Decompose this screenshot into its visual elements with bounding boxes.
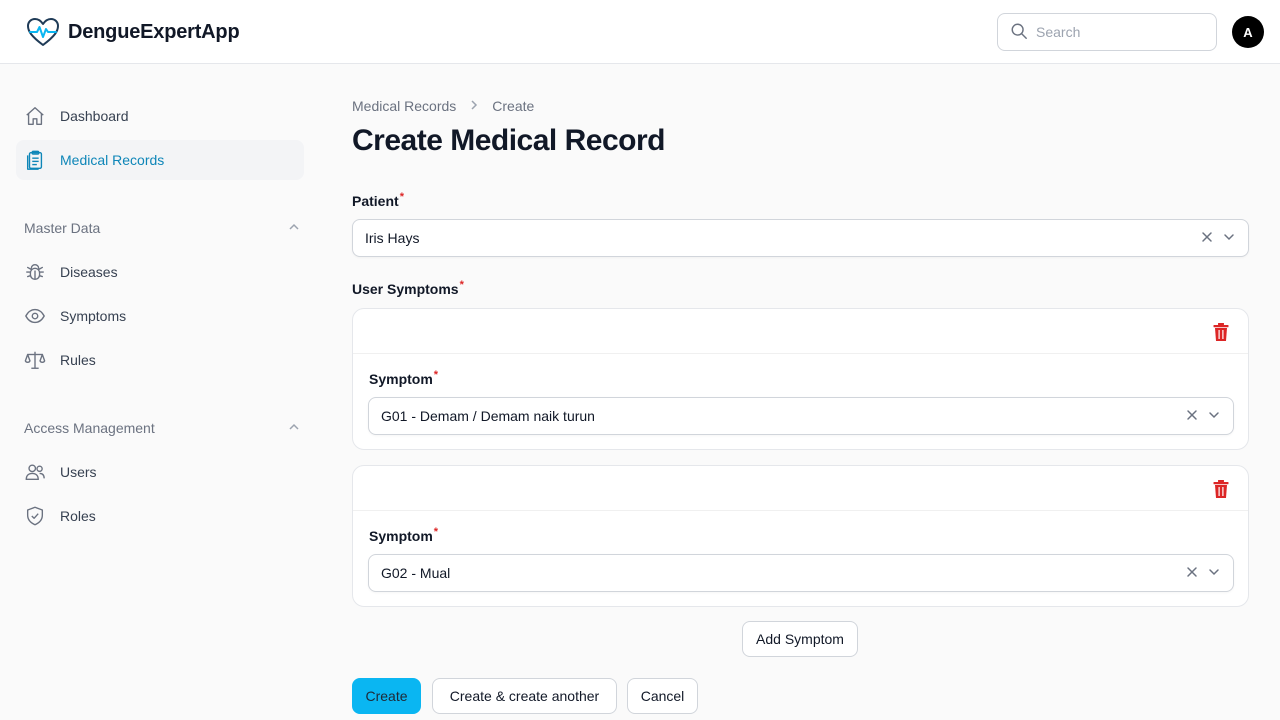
heart-pulse-icon — [26, 15, 60, 49]
breadcrumb-current: Create — [492, 98, 535, 114]
sidebar-item-label: Rules — [60, 352, 96, 368]
sidebar-item-rules[interactable]: Rules — [16, 340, 304, 380]
chevron-down-icon[interactable] — [1222, 230, 1236, 247]
trash-icon[interactable] — [1212, 322, 1230, 342]
chevron-down-icon[interactable] — [1207, 408, 1221, 425]
brand[interactable]: DengueExpertApp — [26, 14, 240, 50]
sidebar: Dashboard Medical Records Master Data Di… — [0, 64, 320, 720]
chevron-down-icon[interactable] — [1207, 565, 1221, 582]
chevron-right-icon — [468, 98, 480, 114]
symptom-select[interactable]: G01 - Demam / Demam naik turun — [368, 397, 1234, 435]
breadcrumb-parent[interactable]: Medical Records — [352, 98, 456, 114]
required-mark: * — [399, 191, 404, 203]
cancel-button[interactable]: Cancel — [627, 678, 698, 714]
trash-icon[interactable] — [1212, 479, 1230, 499]
sidebar-item-label: Symptoms — [60, 308, 127, 324]
top-bar: DengueExpertApp A — [0, 0, 1280, 64]
create-button[interactable]: Create — [352, 678, 421, 714]
symptom-item-header — [353, 466, 1248, 511]
chevron-up-icon[interactable] — [288, 420, 300, 436]
app-name: DengueExpertApp — [68, 20, 240, 43]
clear-icon[interactable] — [1200, 230, 1214, 247]
sidebar-group-label: Access Management — [24, 420, 155, 436]
symptom-item-header — [353, 309, 1248, 354]
sidebar-item-label: Medical Records — [60, 152, 165, 168]
eye-icon — [24, 305, 46, 327]
required-mark: * — [433, 526, 439, 538]
symptom-value: G01 - Demam / Demam naik turun — [381, 408, 595, 424]
chevron-up-icon[interactable] — [288, 220, 300, 236]
search-icon — [1010, 22, 1028, 43]
required-mark: * — [459, 279, 464, 291]
symptom-item: Symptom* G01 - Demam / Demam naik turun — [352, 308, 1249, 450]
clear-icon[interactable] — [1185, 565, 1199, 582]
user-avatar[interactable]: A — [1232, 16, 1264, 48]
symptom-label: Symptom* — [369, 369, 439, 387]
sidebar-item-roles[interactable]: Roles — [16, 496, 304, 536]
breadcrumb: Medical Records Create — [352, 98, 534, 114]
add-symptom-button[interactable]: Add Symptom — [742, 621, 858, 657]
create-another-button[interactable]: Create & create another — [432, 678, 617, 714]
sidebar-group-master-data[interactable]: Master Data — [24, 220, 300, 236]
home-icon — [24, 105, 46, 127]
sidebar-item-users[interactable]: Users — [16, 452, 304, 492]
clear-icon[interactable] — [1185, 408, 1199, 425]
sidebar-item-label: Dashboard — [60, 108, 129, 124]
symptom-value: G02 - Mual — [381, 565, 451, 581]
sidebar-item-label: Roles — [60, 508, 96, 524]
patient-value: Iris Hays — [365, 230, 420, 246]
users-icon — [24, 461, 46, 483]
sidebar-item-medical-records[interactable]: Medical Records — [16, 140, 304, 180]
shield-check-icon — [24, 505, 46, 527]
sidebar-item-label: Diseases — [60, 264, 118, 280]
bug-icon — [24, 261, 46, 283]
sidebar-item-dashboard[interactable]: Dashboard — [16, 96, 304, 136]
symptom-item: Symptom* G02 - Mual — [352, 465, 1249, 607]
sidebar-item-symptoms[interactable]: Symptoms — [16, 296, 304, 336]
page-title: Create Medical Record — [352, 124, 665, 157]
required-mark: * — [433, 369, 439, 381]
search-input[interactable] — [1036, 24, 1196, 40]
sidebar-group-label: Master Data — [24, 220, 101, 236]
patient-label: Patient* — [352, 191, 404, 209]
symptom-label: Symptom* — [369, 526, 439, 544]
scale-icon — [24, 349, 46, 371]
patient-select[interactable]: Iris Hays — [352, 219, 1249, 257]
clipboard-icon — [24, 149, 46, 171]
sidebar-item-diseases[interactable]: Diseases — [16, 252, 304, 292]
sidebar-group-access-management[interactable]: Access Management — [24, 420, 300, 436]
search-box[interactable] — [997, 13, 1217, 51]
user-symptoms-label: User Symptoms* — [352, 279, 464, 297]
sidebar-item-label: Users — [60, 464, 97, 480]
symptom-select[interactable]: G02 - Mual — [368, 554, 1234, 592]
